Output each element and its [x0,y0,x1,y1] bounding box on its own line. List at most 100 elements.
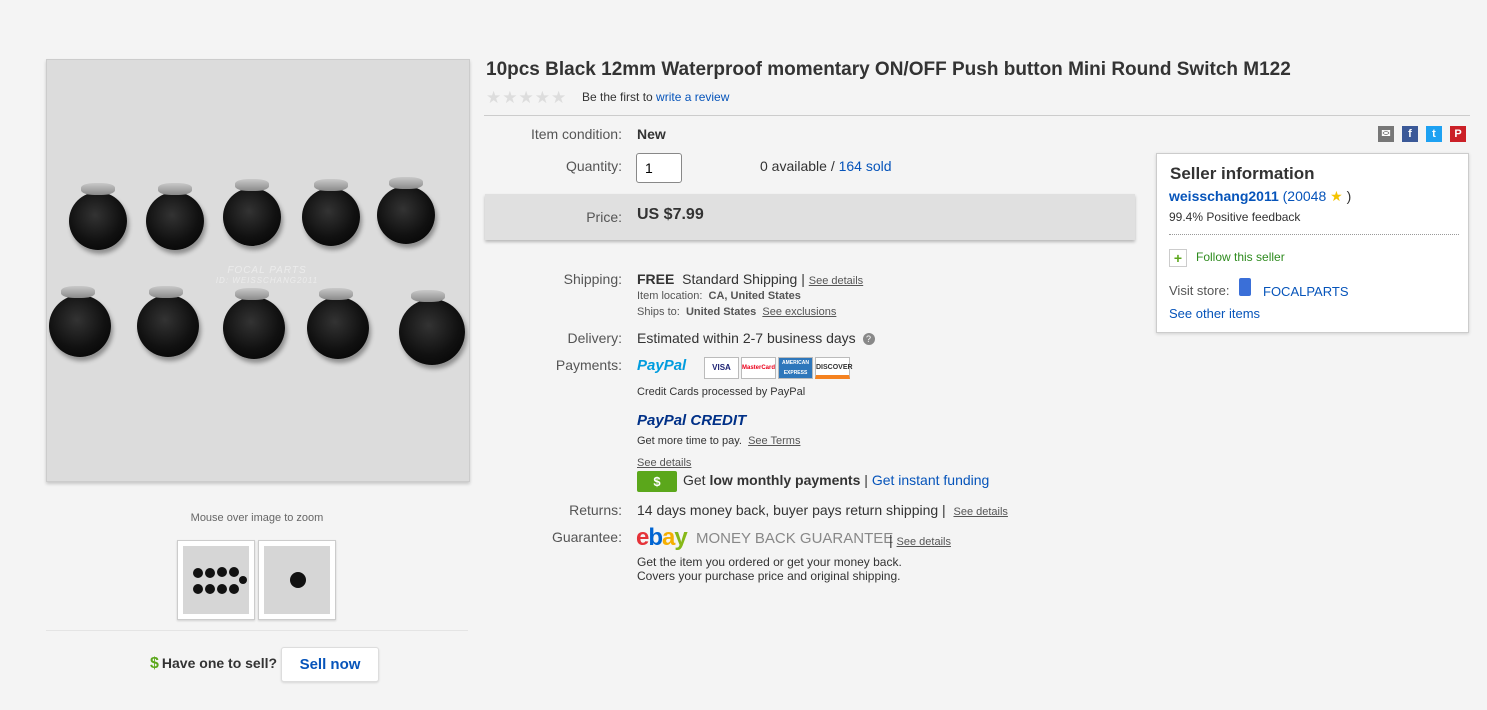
ships-to-value: United States [685,306,757,318]
condition-value: New [637,126,666,142]
pipe-separator: | [864,472,868,488]
paypal-credit-logo: PayPal CREDIT [637,412,747,429]
product-photo-row-top [47,177,469,270]
guarantee-line-1: Get the item you ordered or get your mon… [637,555,902,569]
returns-details-link[interactable]: See details [953,506,1007,518]
credit-time: Get more time to pay. [637,435,742,447]
thumbnail-image [264,546,330,614]
price-label: Price: [586,209,622,225]
credit-card-note: Credit Cards processed by PayPal [637,386,806,398]
visit-store-label: Visit store: [1169,283,1230,298]
see-other-items-link[interactable]: See other items [1169,306,1260,321]
review-prefix: Be the first to [582,90,653,104]
facebook-icon[interactable]: f [1402,126,1418,142]
delivery-label: Delivery: [567,330,622,346]
location-value: CA, United States [708,290,801,302]
exclusions-link[interactable]: See exclusions [762,306,836,318]
guarantee-line-2: Covers your purchase price and original … [637,569,901,583]
ebay-letter: b [648,524,663,551]
delivery-estimate: Estimated within 2-7 business days [637,330,856,346]
empty-star-icon: ★ [518,88,534,107]
sold-count-link[interactable]: 164 sold [839,158,892,174]
push-button-photo [307,288,369,359]
sell-now-button[interactable]: Sell now [281,647,379,682]
seller-name-line: weisschang2011 (20048 ★ ) [1169,188,1351,205]
empty-star-icon: ★ [534,88,550,107]
thumbnail-image [183,546,249,614]
push-button-photo [69,183,127,250]
push-button-photo [49,286,111,357]
thumbnail-1[interactable] [177,540,255,620]
get-text: Get [683,472,706,488]
ships-to-label: Ships to: [637,306,680,318]
feedback-score-link[interactable]: (20048 [1283,188,1327,204]
shipping-value: FREE Standard Shipping | See details [637,271,863,287]
follow-seller-link[interactable]: Follow this seller [1196,250,1285,264]
quantity-label: Quantity: [565,158,622,174]
watermark-line: FOCAL PARTS [227,265,307,276]
push-button-photo [377,177,435,244]
rating-stars: ★★★★★ [486,88,567,108]
item-title: 10pcs Black 12mm Waterproof momentary ON… [486,59,1291,80]
quantity-input[interactable] [636,153,682,183]
star-icon: ★ [1330,188,1343,204]
pinterest-icon[interactable]: P [1450,126,1466,142]
help-icon[interactable]: ? [862,333,875,345]
empty-star-icon: ★ [502,88,518,107]
paypal-logo: PayPal [637,357,687,374]
email-icon[interactable]: ✉ [1378,126,1394,142]
push-button-photo [399,290,465,365]
thumbnail-2[interactable] [258,540,336,620]
ebay-letter: y [674,524,687,551]
push-button-photo [146,183,204,250]
push-button-photo [223,288,285,359]
store-name-link[interactable]: FOCALPARTS [1263,284,1348,299]
score-close: ) [1346,188,1352,204]
ebay-logo: ebay [636,524,688,552]
main-product-image[interactable]: FOCAL PARTS ID: WEISSCHANG2011 [46,59,470,482]
sell-prompt: $ Have one to sell? [150,655,277,673]
twitter-icon[interactable]: t [1426,126,1442,142]
guarantee-link-line: | See details [889,532,951,548]
returns-label: Returns: [569,502,622,518]
guarantee-label: Guarantee: [551,529,622,545]
sell-question: Have one to sell? [161,655,278,671]
instant-funding-link[interactable]: Get instant funding [872,472,990,488]
write-review-link[interactable]: write a review [656,90,729,104]
push-button-photo [302,179,360,246]
shipping-method: Standard Shipping | [682,271,805,287]
see-terms-link[interactable]: See Terms [748,435,800,447]
ebay-letter: a [662,524,675,551]
title-divider [484,115,1470,116]
delivery-value: Estimated within 2-7 business days ? [637,330,875,346]
watermark-line: ID: WEISSCHANG2011 [215,276,319,285]
guarantee-details-link[interactable]: See details [897,536,951,548]
divider [46,630,468,631]
amex-icon: AMERICAN EXPRESS [778,357,813,379]
dollar-icon: $ [150,655,159,672]
credit-details-line: See details [637,453,691,469]
seller-information-panel: Seller information weisschang2011 (20048… [1156,153,1469,333]
mastercard-icon: MasterCard [741,357,776,379]
push-button-photo [137,286,199,357]
funding-line: Get low monthly payments | Get instant f… [683,472,989,488]
available-text: 0 available / [760,158,835,174]
credit-details-link[interactable]: See details [637,457,691,469]
shipping-details-link[interactable]: See details [809,275,863,287]
returns-policy: 14 days money back, buyer pays return sh… [637,502,946,518]
plus-icon[interactable]: + [1169,249,1187,267]
positive-feedback: 99.4% Positive feedback [1169,210,1301,224]
payments-label: Payments: [555,357,622,373]
money-icon: $ [637,471,677,492]
ships-to: Ships to: United States See exclusions [637,306,836,318]
store-icon [1239,278,1251,296]
low-payments: low monthly payments [709,472,861,488]
visa-icon: VISA [704,357,739,379]
image-watermark: FOCAL PARTS ID: WEISSCHANG2011 [207,265,327,285]
seller-name-link[interactable]: weisschang2011 [1169,188,1279,204]
location-label: Item location: [637,290,703,302]
zoom-hint: Mouse over image to zoom [190,512,324,524]
ebay-letter: e [636,524,649,551]
discover-icon: DISCOVER [815,357,853,379]
pipe-separator: | [889,532,893,548]
